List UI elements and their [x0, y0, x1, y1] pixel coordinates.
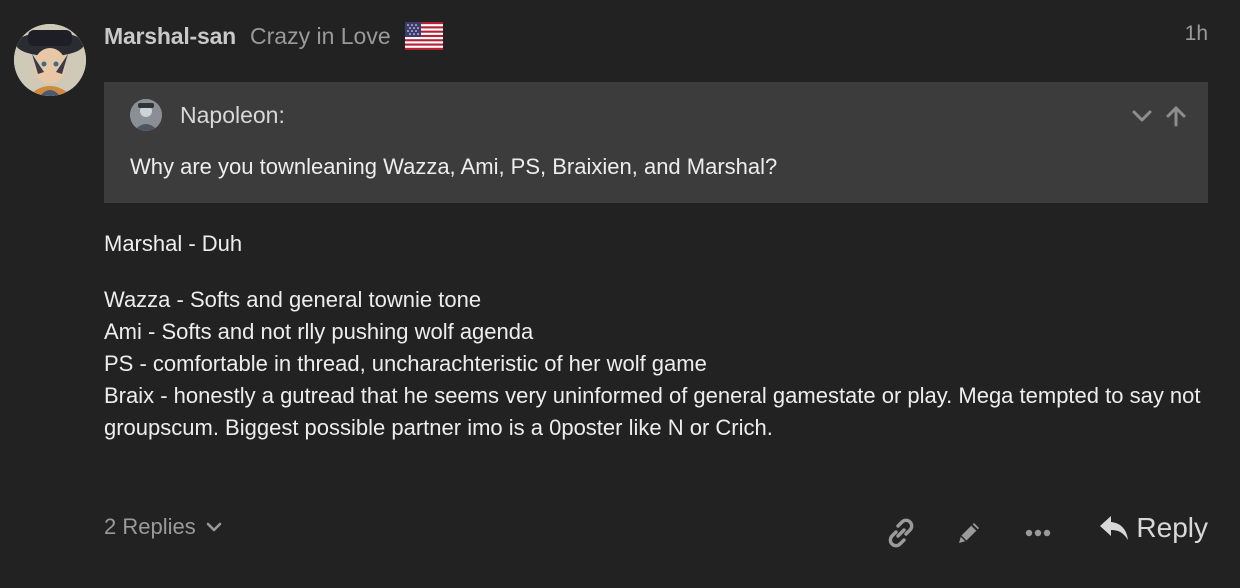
quote-controls — [1130, 104, 1188, 128]
reply-label: Reply — [1136, 512, 1208, 543]
post-actions: 2 Replies Reply — [104, 510, 1208, 554]
chevron-down-icon — [204, 517, 224, 537]
chevron-down-icon[interactable] — [1130, 104, 1154, 128]
quote-author[interactable]: Napoleon: — [180, 102, 285, 129]
pencil-icon[interactable] — [952, 516, 986, 550]
us-flag-icon — [404, 22, 443, 50]
quote-text: Why are you townleaning Wazza, Ami, PS, … — [130, 154, 778, 179]
arrow-up-icon[interactable] — [1164, 104, 1188, 128]
username[interactable]: Marshal-san — [104, 23, 236, 50]
user-avatar[interactable] — [14, 24, 86, 96]
quote-block: Napoleon: Why are you townleaning Wazza,… — [104, 82, 1208, 203]
show-replies-button[interactable]: 2 Replies — [104, 514, 224, 540]
reply-button[interactable]: Reply — [1098, 512, 1208, 544]
body-line: PS - comfortable in thread, uncharachter… — [104, 351, 707, 376]
post: Marshal-san Crazy in Love 1h Napoleon: W… — [0, 0, 1240, 588]
quote-author-avatar[interactable] — [130, 99, 162, 131]
body-line: Wazza - Softs and general townie tone — [104, 287, 482, 312]
body-line: Braix - honestly a gutread that he seems… — [104, 383, 1201, 440]
reply-icon — [1098, 513, 1130, 543]
link-icon[interactable] — [884, 516, 918, 550]
more-icon[interactable] — [1021, 516, 1055, 550]
body-line: Ami - Softs and not rlly pushing wolf ag… — [104, 319, 534, 344]
replies-count-label: 2 Replies — [104, 514, 196, 539]
post-meta: Marshal-san Crazy in Love — [104, 18, 443, 54]
post-paragraph: Marshal - Duh — [104, 231, 243, 256]
post-date[interactable]: 1h — [1185, 22, 1208, 46]
post-body: Marshal - Duh Wazza - Softs and general … — [104, 228, 1208, 444]
user-title: Crazy in Love — [250, 22, 391, 49]
post-paragraph-list: Wazza - Softs and general townie tone Am… — [104, 284, 1208, 444]
